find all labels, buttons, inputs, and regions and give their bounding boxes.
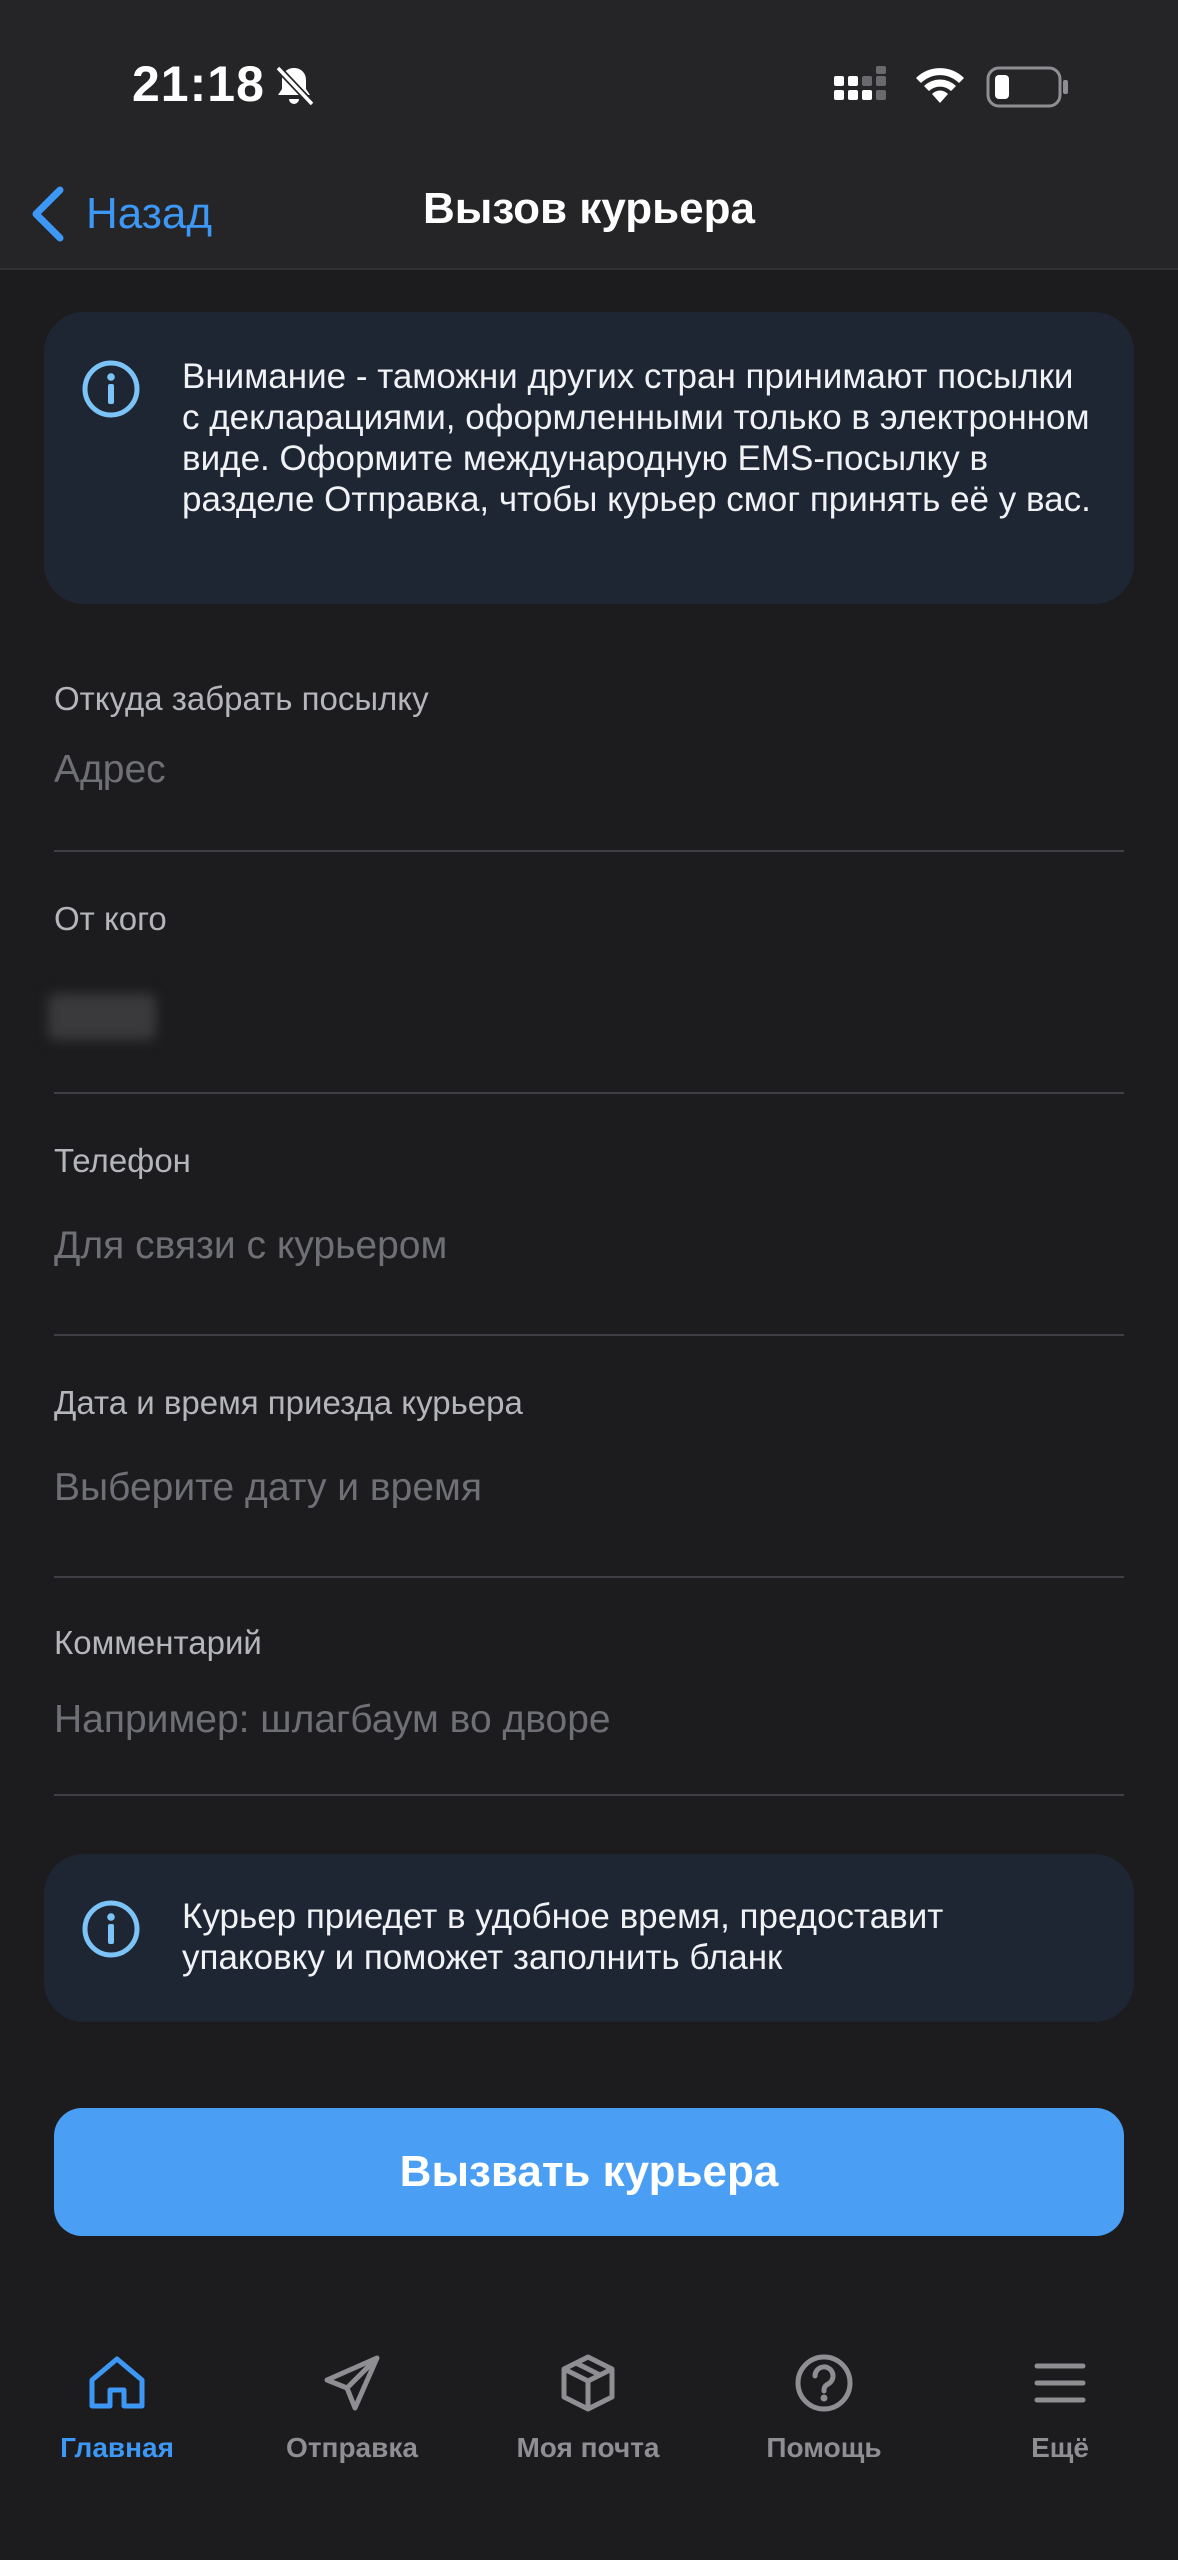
wifi-icon	[916, 68, 964, 103]
battery-icon	[986, 66, 1068, 108]
field-datetime: Дата и время приезда курьера	[54, 1384, 1124, 1578]
notice-customs-text: Внимание - таможни других стран принимаю…	[182, 357, 1091, 519]
divider	[54, 1794, 1124, 1796]
field-label: Дата и время приезда курьера	[54, 1384, 523, 1421]
notice-courier-text: Курьер приедет в удобное время, предоста…	[182, 1897, 944, 1977]
field-pickup-address: Откуда забрать посылку	[54, 680, 1124, 852]
datetime-picker[interactable]	[54, 1466, 1124, 1510]
tab-bar: Главная Отправка Моя почта Помощь Ещё	[0, 2310, 1178, 2560]
divider	[54, 1576, 1124, 1578]
bell-off-icon	[275, 65, 315, 107]
field-label: Телефон	[54, 1142, 191, 1179]
status-time: 21:18	[132, 56, 265, 112]
notice-customs: Внимание - таможни других стран принимаю…	[44, 312, 1134, 604]
tab-label: Отправка	[286, 2432, 418, 2463]
info-icon	[82, 1900, 140, 1958]
package-icon	[561, 2354, 615, 2412]
comment-input[interactable]	[54, 1698, 1124, 1742]
tab-label: Помощь	[766, 2432, 882, 2463]
notice-courier: Курьер приедет в удобное время, предоста…	[44, 1854, 1134, 2022]
field-label: Откуда забрать посылку	[54, 680, 429, 717]
field-label: От кого	[54, 900, 167, 937]
home-icon	[89, 2356, 145, 2409]
divider	[54, 1334, 1124, 1336]
divider	[54, 850, 1124, 852]
paper-plane-icon	[324, 2355, 380, 2411]
tab-label: Ещё	[1031, 2432, 1089, 2463]
tab-help[interactable]: Помощь	[714, 2352, 934, 2492]
field-phone: Телефон	[54, 1142, 1124, 1336]
status-bar: 21:18	[0, 0, 1178, 160]
info-icon	[82, 360, 140, 418]
field-label: Комментарий	[54, 1624, 262, 1661]
tab-more[interactable]: Ещё	[950, 2352, 1170, 2492]
nav-bar: Назад Вызов курьера	[0, 160, 1178, 270]
field-sender: От кого	[48, 900, 1124, 1094]
menu-icon	[1034, 2363, 1086, 2403]
help-icon	[795, 2354, 853, 2412]
signal-icon	[834, 66, 886, 100]
tab-send[interactable]: Отправка	[242, 2352, 462, 2492]
tab-label: Главная	[60, 2432, 174, 2463]
tab-label: Моя почта	[516, 2432, 660, 2463]
address-input[interactable]	[54, 748, 1124, 792]
tab-home[interactable]: Главная	[7, 2352, 227, 2492]
divider	[54, 1092, 1124, 1094]
call-courier-button[interactable]: Вызвать курьера	[54, 2108, 1124, 2236]
tab-my-mail[interactable]: Моя почта	[478, 2352, 698, 2492]
phone-input[interactable]	[54, 1224, 1124, 1268]
page-title: Вызов курьера	[423, 184, 755, 233]
field-comment: Комментарий	[54, 1624, 1124, 1796]
sender-name-value[interactable]	[48, 994, 156, 1040]
